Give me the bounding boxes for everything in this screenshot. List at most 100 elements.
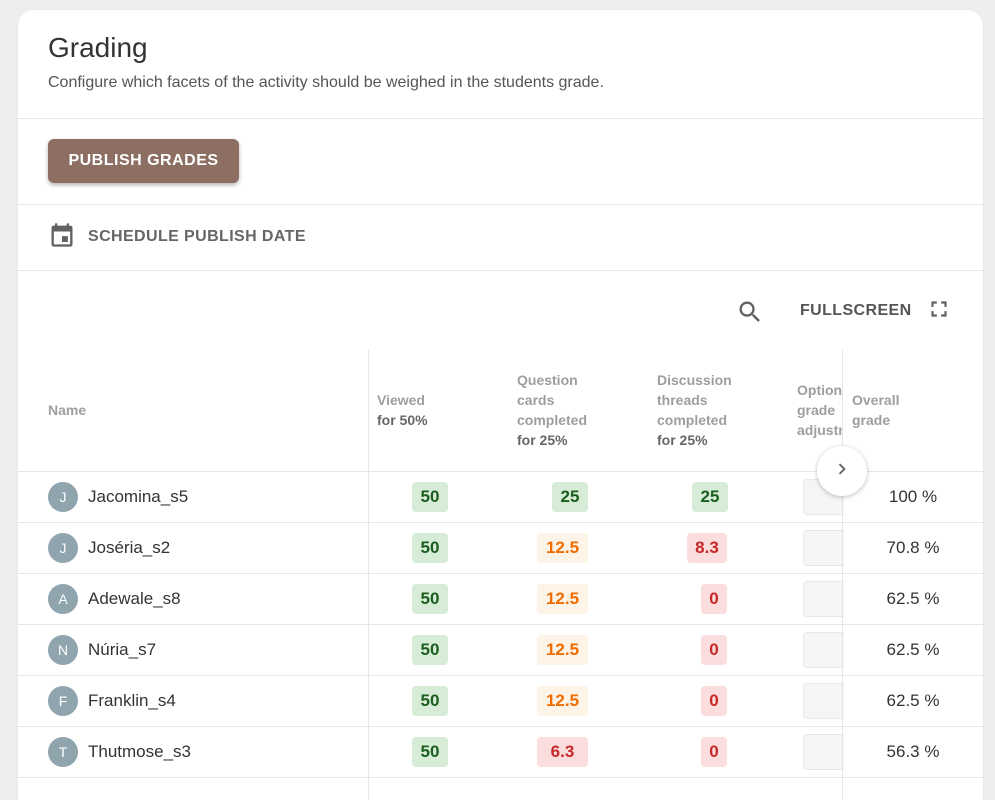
avatar: T [48,737,78,767]
fullscreen-icon [926,296,952,327]
viewed-cell: 50 [412,727,448,777]
cards-cell: 12.5 [537,625,588,675]
grade-adjustment-input[interactable] [803,734,844,770]
viewed-score: 50 [412,686,448,716]
threads-cell: 0 [701,676,727,726]
overall-grade: 100 % [888,487,938,506]
avatar: N [48,635,78,665]
page-subtitle: Configure which facets of the activity s… [48,74,604,91]
col-viewed[interactable]: Viewed for 50% [377,390,428,430]
overall-grade: 62.5 % [886,691,940,710]
overall-cell: 56.3 % [843,727,983,777]
viewed-score: 50 [412,482,448,512]
question-cards-score: 12.5 [537,686,588,716]
divider [18,204,983,205]
divider [18,270,983,271]
viewed-cell: 50 [412,574,448,624]
adjust-cell [803,727,844,777]
grade-adjustment-input[interactable] [803,581,844,617]
avatar: J [48,482,78,512]
discussion-threads-score: 0 [701,635,727,665]
question-cards-score: 6.3 [537,737,588,767]
viewed-cell: 50 [412,472,448,522]
col-discussion-threads[interactable]: Discussion threads completed for 25% [657,370,732,450]
adjust-cell [803,574,844,624]
threads-cell: 8.3 [687,523,727,573]
student-cell: F Franklin_s4 [48,676,176,726]
discussion-threads-score: 25 [692,482,728,512]
divider [18,118,983,119]
col-name[interactable]: Name [48,400,86,420]
fullscreen-button[interactable]: FULLSCREEN [800,296,952,326]
overall-cell: 70.8 % [843,523,983,573]
table-body: J Jacomina_s5 50 25 25 100 % J Joséria_s… [18,472,983,778]
viewed-score: 50 [412,737,448,767]
overall-grade: 62.5 % [886,589,940,608]
table-row: T Thutmose_s3 50 6.3 0 56.3 % [18,727,983,778]
cards-cell: 12.5 [537,676,588,726]
schedule-label: SCHEDULE PUBLISH DATE [88,228,306,245]
student-cell: J Joséria_s2 [48,523,170,573]
page-title: Grading [48,32,148,63]
table-row: F Franklin_s4 50 12.5 0 62.5 % [18,676,983,727]
student-name: Thutmose_s3 [88,742,191,761]
adjust-cell [803,676,844,726]
col-overall-grade[interactable]: Overall grade [852,390,899,430]
publish-grades-button[interactable]: PUBLISH GRADES [48,139,239,183]
schedule-publish-date-button[interactable]: SCHEDULE PUBLISH DATE [48,222,306,252]
table-row: A Adewale_s8 50 12.5 0 62.5 % [18,574,983,625]
scroll-right-button[interactable] [817,446,867,496]
question-cards-score: 12.5 [537,635,588,665]
avatar: J [48,533,78,563]
table-row: N Núria_s7 50 12.5 0 62.5 % [18,625,983,676]
overall-cell: 62.5 % [843,574,983,624]
threads-cell: 0 [701,574,727,624]
student-name: Jacomina_s5 [88,487,189,506]
threads-cell: 0 [701,625,727,675]
question-cards-score: 12.5 [537,533,588,563]
student-cell: N Núria_s7 [48,625,156,675]
student-name: Adewale_s8 [88,589,181,608]
viewed-cell: 50 [412,523,448,573]
grades-table: Name Viewed for 50% Question cards compl… [18,350,983,778]
cards-cell: 6.3 [537,727,588,777]
overall-cell: 62.5 % [843,676,983,726]
discussion-threads-score: 0 [701,737,727,767]
fullscreen-label: FULLSCREEN [800,302,912,319]
threads-cell: 0 [701,727,727,777]
col-question-cards[interactable]: Question cards completed for 25% [517,370,587,450]
column-divider [368,350,369,800]
student-cell: T Thutmose_s3 [48,727,191,777]
cards-cell: 25 [552,472,588,522]
avatar: F [48,686,78,716]
overall-grade: 56.3 % [886,742,940,761]
grade-adjustment-input[interactable] [803,632,844,668]
discussion-threads-score: 8.3 [687,533,727,563]
student-name: Núria_s7 [88,640,157,659]
discussion-threads-score: 0 [701,686,727,716]
viewed-cell: 50 [412,676,448,726]
student-name: Franklin_s4 [88,691,176,710]
student-cell: A Adewale_s8 [48,574,181,624]
col-grade-adjustment[interactable]: Optional grade adjustment [797,380,842,440]
cards-cell: 12.5 [537,574,588,624]
grade-adjustment-input[interactable] [803,530,844,566]
overall-cell: 62.5 % [843,625,983,675]
grading-header: Grading Configure which facets of the ac… [48,32,604,92]
calendar-icon [48,221,76,254]
adjust-cell [803,625,844,675]
threads-cell: 25 [692,472,728,522]
cards-cell: 12.5 [537,523,588,573]
overall-grade: 62.5 % [886,640,940,659]
viewed-score: 50 [412,635,448,665]
student-cell: J Jacomina_s5 [48,472,188,522]
grading-card: Grading Configure which facets of the ac… [18,10,983,800]
grade-adjustment-input[interactable] [803,683,844,719]
search-icon[interactable] [736,298,764,326]
avatar: A [48,584,78,614]
viewed-score: 50 [412,584,448,614]
question-cards-score: 12.5 [537,584,588,614]
question-cards-score: 25 [552,482,588,512]
viewed-cell: 50 [412,625,448,675]
overall-grade: 70.8 % [886,538,940,557]
